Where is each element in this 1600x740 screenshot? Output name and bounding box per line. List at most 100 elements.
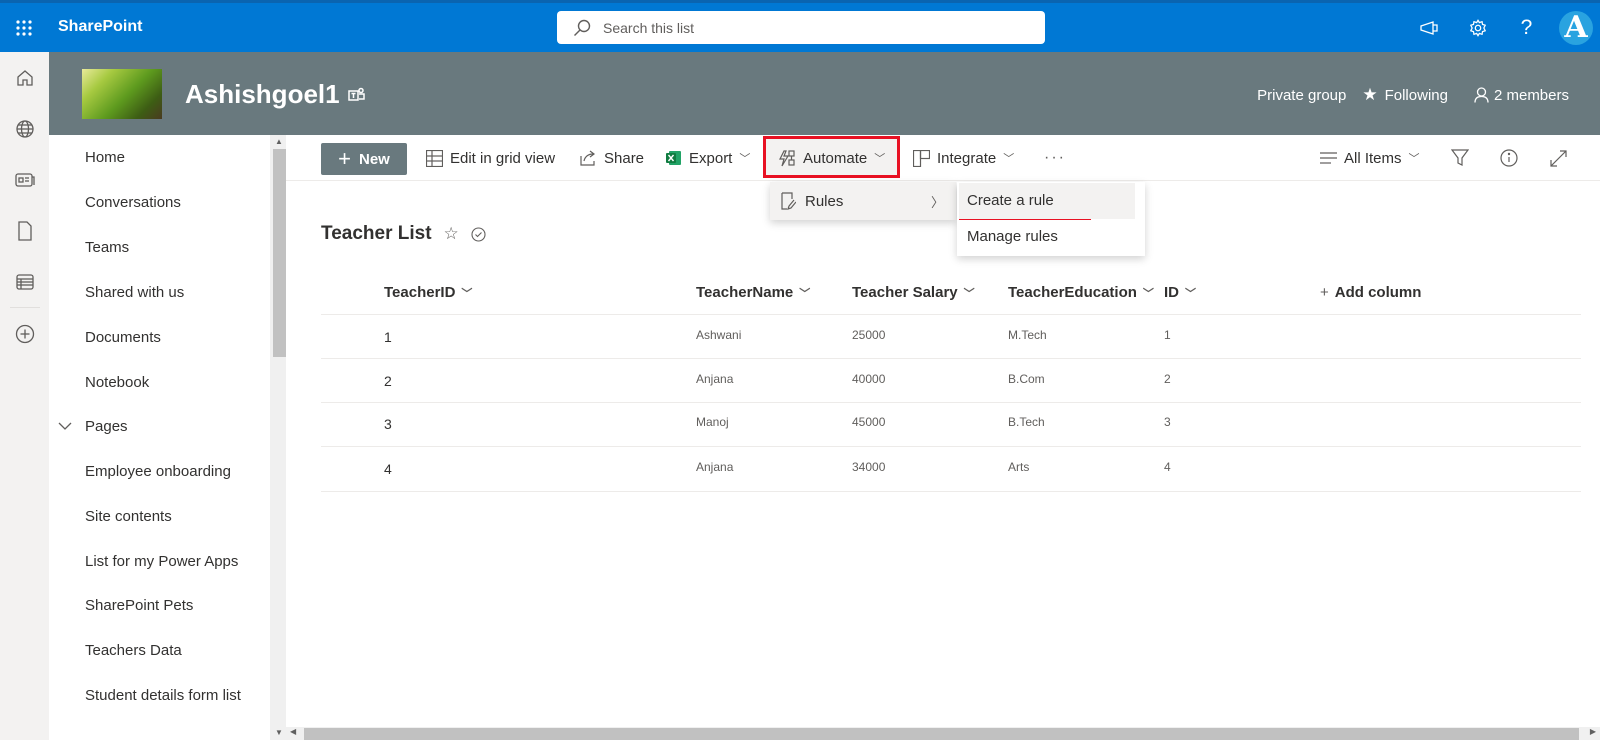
automate-label: Automate	[803, 149, 868, 167]
nav-item-employee-onboarding[interactable]: Employee onboarding	[85, 463, 231, 480]
waffle-icon	[16, 19, 32, 36]
search-input[interactable]	[603, 19, 1003, 36]
app-launcher-button[interactable]	[0, 3, 48, 52]
nav-item-site-contents[interactable]: Site contents	[85, 508, 172, 525]
chevron-down-icon: ﹀	[1142, 287, 1154, 300]
nav-item-teams[interactable]: Teams	[85, 239, 129, 256]
scroll-down-arrow[interactable]: ▼	[273, 728, 285, 737]
help-button[interactable]: ?	[1502, 3, 1551, 52]
table-row[interactable]: 4 Anjana 34000 Arts 4	[321, 447, 1581, 492]
column-header-teacher-salary[interactable]: Teacher Salary ﹀	[852, 284, 975, 301]
table-row[interactable]: 2 Anjana 40000 B.Com 2	[321, 359, 1581, 403]
nav-item-shared-with-us[interactable]: Shared with us	[85, 284, 184, 301]
share-button[interactable]: Share	[580, 135, 644, 181]
expand-button[interactable]	[1550, 135, 1567, 181]
rules-menu-item[interactable]: Rules	[781, 192, 843, 210]
rail-lists-button[interactable]	[0, 256, 49, 307]
info-button[interactable]	[1500, 135, 1518, 181]
nav-scrollbar[interactable]: ▲ ▼	[270, 135, 286, 740]
nav-item-student-details-form-list[interactable]: Student details form list	[85, 687, 241, 704]
rail-news-button[interactable]	[0, 154, 49, 205]
info-icon	[1500, 149, 1518, 167]
filter-button[interactable]	[1451, 135, 1469, 181]
column-label: TeacherEducation	[1008, 284, 1137, 301]
settings-button[interactable]	[1453, 3, 1502, 52]
more-options-button[interactable]: ···	[1044, 135, 1066, 181]
list-title: Teacher List	[321, 223, 432, 244]
site-navigation: Home Conversations Teams Shared with us …	[49, 135, 270, 740]
nav-item-home[interactable]: Home	[85, 149, 125, 166]
nav-item-sharepoint-pets[interactable]: SharePoint Pets	[85, 597, 193, 614]
nav-item-conversations[interactable]: Conversations	[85, 194, 181, 211]
user-avatar[interactable]: A	[1559, 10, 1593, 45]
column-header-id[interactable]: ID ﹀	[1164, 284, 1196, 301]
create-rule-menu-item[interactable]: Create a rule	[959, 183, 1135, 219]
gear-icon	[1469, 18, 1486, 37]
new-button[interactable]: + New	[321, 143, 407, 175]
nav-item-documents[interactable]: Documents	[85, 329, 161, 346]
table-row[interactable]: 1 Ashwani 25000 M.Tech 1	[321, 315, 1581, 359]
favorite-star-icon[interactable]: ☆	[444, 224, 459, 244]
nav-scrollbar-thumb[interactable]	[273, 149, 286, 357]
cell-teacherid: 1	[384, 329, 392, 345]
horizontal-scrollbar[interactable]: ◀ ▶	[286, 727, 1600, 740]
automate-button[interactable]: Automate ﹀	[778, 135, 885, 181]
command-bar: + New Edit in grid view Share Export ﹀ A…	[286, 135, 1600, 181]
edit-grid-view-button[interactable]: Edit in grid view	[426, 135, 555, 181]
horizontal-scrollbar-thumb[interactable]	[304, 728, 1579, 740]
rail-files-button[interactable]	[0, 205, 49, 256]
news-icon	[14, 172, 35, 187]
rail-sites-button[interactable]	[0, 103, 49, 154]
rules-label: Rules	[805, 192, 844, 210]
expand-icon	[1550, 149, 1567, 167]
column-header-teacherid[interactable]: TeacherID ﹀	[384, 284, 472, 301]
check-circle-icon[interactable]	[471, 226, 486, 242]
manage-rules-menu-item[interactable]: Manage rules	[967, 228, 1058, 245]
app-bar	[0, 52, 49, 740]
site-logo[interactable]	[82, 69, 162, 119]
nav-item-pages[interactable]: Pages	[85, 418, 128, 435]
column-header-teachername[interactable]: TeacherName ﹀	[696, 284, 810, 301]
add-column-button[interactable]: + Add column	[1320, 284, 1421, 301]
table-row[interactable]: 3 Manoj 45000 B.Tech 3	[321, 403, 1581, 447]
follow-button[interactable]: ★ Following	[1362, 85, 1448, 105]
column-header-teachereducation[interactable]: TeacherEducation ﹀	[1008, 284, 1154, 301]
teams-icon	[347, 87, 365, 101]
integrate-button[interactable]: Integrate ﹀	[913, 135, 1014, 181]
cell-teacher-salary: 34000	[852, 460, 886, 474]
add-circle-icon	[15, 324, 34, 343]
cell-teachereducation: Arts	[1008, 460, 1030, 474]
share-label: Share	[604, 149, 645, 167]
home-icon	[16, 69, 33, 86]
chevron-down-icon: ﹀	[874, 153, 886, 165]
export-button[interactable]: Export ﹀	[666, 135, 750, 181]
sharepoint-brand-link[interactable]: SharePoint	[58, 18, 142, 36]
scroll-up-arrow[interactable]: ▲	[273, 137, 285, 146]
view-selector[interactable]: All Items ﹀	[1320, 135, 1420, 181]
scroll-right-arrow[interactable]: ▶	[1590, 727, 1596, 736]
nav-item-list-for-power-apps[interactable]: List for my Power Apps	[85, 553, 238, 570]
view-lines-icon	[1320, 152, 1337, 164]
site-title[interactable]: Ashishgoel1	[185, 79, 340, 110]
chevron-down-icon: ﹀	[799, 287, 811, 300]
cell-teacherid: 3	[384, 416, 392, 432]
pages-collapse-button[interactable]	[58, 422, 72, 430]
nav-item-teachers-data[interactable]: Teachers Data	[85, 642, 182, 659]
rail-create-button[interactable]	[0, 308, 49, 359]
cell-teachereducation: B.Tech	[1008, 415, 1045, 429]
cell-teachername: Ashwani	[696, 328, 742, 342]
scroll-left-arrow[interactable]: ◀	[290, 727, 296, 736]
chevron-down-icon	[58, 422, 72, 430]
search-box[interactable]	[557, 11, 1045, 44]
rail-home-button[interactable]	[0, 52, 49, 103]
cell-teacher-salary: 40000	[852, 372, 886, 386]
list-header-row: TeacherID ﹀ TeacherName ﹀ Teacher Salary ﹀ …	[321, 276, 1581, 315]
cell-teacher-salary: 45000	[852, 415, 886, 429]
view-label: All Items	[1344, 149, 1402, 167]
chevron-down-icon: ﹀	[1408, 153, 1420, 165]
plus-icon: +	[338, 146, 351, 171]
feedback-button[interactable]	[1404, 3, 1453, 52]
nav-item-notebook[interactable]: Notebook	[85, 374, 149, 391]
search-icon	[574, 19, 591, 36]
members-button[interactable]: 2 members	[1474, 87, 1569, 104]
